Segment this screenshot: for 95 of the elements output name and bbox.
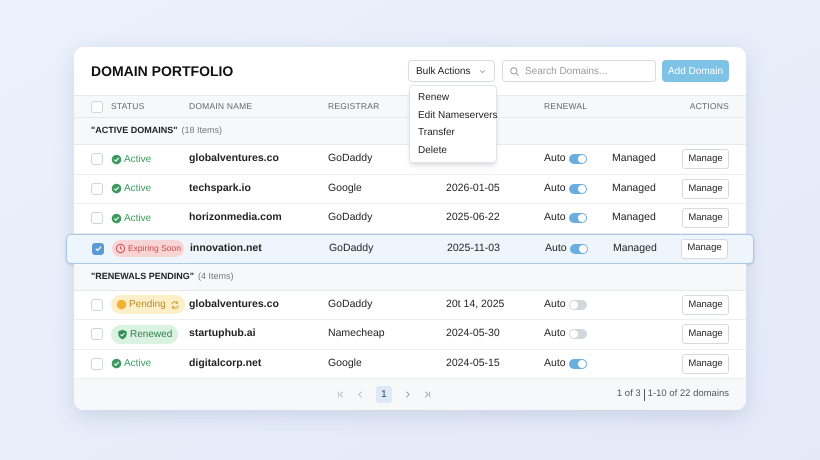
domain-name: digitalcorp.net <box>189 356 262 371</box>
manage-button[interactable]: Manage <box>682 294 729 315</box>
renewal-label: Auto <box>544 326 566 342</box>
column-header: STATUS <box>111 100 146 113</box>
checkbox[interactable] <box>91 212 103 224</box>
renewal-label: Auto <box>544 151 566 166</box>
renewal-label: Auto <box>545 240 567 256</box>
toggle-switch[interactable] <box>568 300 587 310</box>
status-badge: Expiring Soon <box>112 240 184 257</box>
table-row[interactable]: Expiring Soon innovation.net GoDaddy 2025-11-03 Auto Managed Manage <box>66 234 754 264</box>
registrar: Google <box>328 180 363 196</box>
toggle-switch[interactable] <box>570 244 588 254</box>
registrar: GoDaddy <box>329 240 374 256</box>
page-button[interactable]: 1 <box>376 386 392 403</box>
column-header: ACTIONS <box>690 100 729 113</box>
manage-button[interactable]: Manage <box>682 354 729 374</box>
checkbox[interactable] <box>91 358 103 370</box>
renewal-label: Auto <box>544 210 566 226</box>
range-summary: 1-10 of 22 domains <box>648 387 729 402</box>
search-field[interactable]: Search Domains... <box>502 60 656 82</box>
domain-name: innovation.net <box>190 240 263 256</box>
expiry-date: 2024-05-30 <box>446 326 501 342</box>
table-row[interactable]: Renewed startuphub.ai Namecheap 2024-05-30 Auto Manage <box>74 320 746 350</box>
manage-button[interactable]: Manage <box>681 238 728 258</box>
checkbox[interactable] <box>91 153 103 166</box>
registrar: Google <box>328 356 363 371</box>
management-status: Managed <box>612 151 657 166</box>
column-header: RENEWAL <box>544 100 588 113</box>
search-icon <box>509 66 520 76</box>
page-title: DOMAIN PORTFOLIO <box>91 62 234 80</box>
menu-item[interactable]: Edit Nameservers <box>410 106 496 124</box>
expiry-date: 2025-11-03 <box>447 240 501 256</box>
management-status: Managed <box>613 240 658 256</box>
registrar: GoDaddy <box>328 151 374 166</box>
check-icon <box>94 244 102 253</box>
status-badge: Renewed <box>111 324 178 344</box>
checkbox[interactable] <box>91 298 103 311</box>
check-circle-icon <box>111 183 122 194</box>
dot-icon <box>116 299 127 310</box>
checkbox[interactable] <box>92 242 104 254</box>
domain-name: techspark.io <box>189 180 252 196</box>
refresh-icon <box>170 300 180 310</box>
checkbox[interactable] <box>91 100 103 112</box>
page-summary: 1 of 3 <box>616 387 641 402</box>
manage-button[interactable]: Manage <box>682 324 729 344</box>
toggle-switch[interactable] <box>568 213 587 224</box>
renewal-label: Auto <box>544 296 566 312</box>
management-status: Managed <box>612 180 657 196</box>
bulk-actions-dropdown[interactable]: Bulk Actions <box>408 60 495 82</box>
expiry-date: 20t 14, 2025 <box>446 296 506 312</box>
check-circle-icon <box>111 154 122 165</box>
registrar: GoDaddy <box>328 296 374 312</box>
expiry-date: 2026-01-05 <box>446 180 501 196</box>
status-label: Active <box>124 212 152 226</box>
checkbox[interactable] <box>91 328 103 340</box>
manage-button[interactable]: Manage <box>682 149 729 170</box>
search-input[interactable]: Search Domains... <box>525 64 649 78</box>
renewal-label: Auto <box>544 356 566 371</box>
toggle-switch[interactable] <box>568 329 587 340</box>
manage-button[interactable]: Manage <box>682 208 729 228</box>
check-circle-icon <box>111 212 122 224</box>
manage-button[interactable]: Manage <box>682 178 729 199</box>
domain-name: globalventures.co <box>189 296 280 312</box>
registrar: Namecheap <box>328 326 386 342</box>
status-label: Active <box>124 357 152 372</box>
menu-item[interactable]: Renew <box>410 89 496 106</box>
item-count: (18 Items) <box>182 124 222 138</box>
expiry-date: 2024-05-15 <box>446 356 501 371</box>
item-count: (4 Items) <box>198 270 234 283</box>
shield-check-icon <box>117 328 128 340</box>
renewal-label: Auto <box>544 180 566 196</box>
expiry-date: 2025-06-22 <box>446 210 501 226</box>
group-title: "RENEWALS PENDING" <box>91 270 194 283</box>
menu-item[interactable]: Transfer <box>410 124 496 142</box>
status-label: Active <box>124 152 152 167</box>
toggle-switch[interactable] <box>568 358 587 369</box>
toggle-switch[interactable] <box>568 154 587 164</box>
clock-icon <box>115 243 126 254</box>
status-badge: Pending <box>111 295 185 314</box>
registrar: GoDaddy <box>328 210 374 226</box>
column-header: REGISTRAR <box>328 100 381 113</box>
last-page-icon <box>422 390 432 399</box>
checkbox[interactable] <box>91 182 103 195</box>
management-status: Managed <box>612 210 657 226</box>
column-header: DOMAIN NAME <box>189 100 254 113</box>
group-title: "ACTIVE DOMAINS" <box>91 124 178 138</box>
toggle-switch[interactable] <box>568 184 587 194</box>
first-page-icon <box>336 390 345 399</box>
table-row[interactable]: Pending globalventures.co GoDaddy 20t 14, 2025 Auto Manage <box>74 290 746 320</box>
table-row[interactable]: Active techspark.io Google 2026-01-05 Auto Managed Manage <box>74 174 746 204</box>
check-circle-icon <box>111 358 122 370</box>
domain-name: startuphub.ai <box>189 326 257 342</box>
status-label: Active <box>124 182 152 196</box>
domain-name: globalventures.co <box>189 151 280 166</box>
domain-name: horizonmedia.com <box>189 210 283 226</box>
